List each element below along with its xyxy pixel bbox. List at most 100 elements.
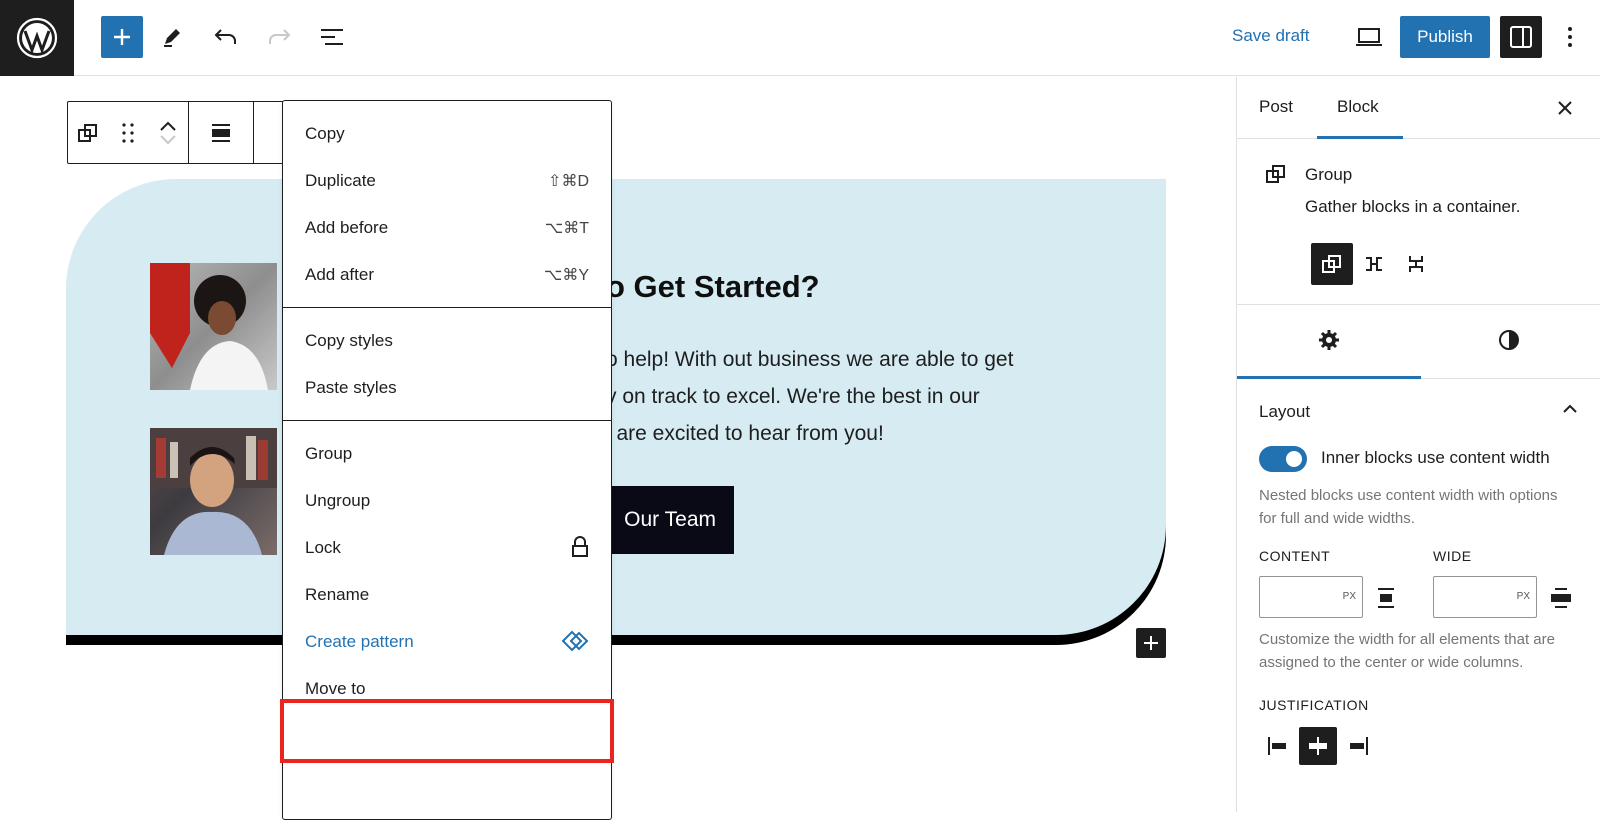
tab-post[interactable]: Post: [1259, 97, 1293, 117]
menu-item-lock[interactable]: Lock: [283, 524, 611, 571]
tab-styles[interactable]: [1491, 324, 1527, 356]
stretch-wide-icon: [1551, 588, 1571, 608]
settings-styles-tabs: [1237, 302, 1600, 379]
menu-item-rename[interactable]: Rename: [283, 571, 611, 618]
move-down-icon[interactable]: [159, 133, 177, 147]
content-width-toggle[interactable]: [1259, 446, 1307, 472]
variation-row-button[interactable]: [1353, 243, 1395, 285]
tab-block[interactable]: Block: [1337, 97, 1379, 117]
redo-button[interactable]: [258, 16, 300, 58]
menu-item-label: Copy: [305, 123, 345, 143]
tools-button[interactable]: [151, 16, 193, 58]
justify-right-icon: [1350, 737, 1368, 755]
menu-item-label: Rename: [305, 584, 370, 604]
menu-item-create-pattern[interactable]: Create pattern: [283, 618, 611, 665]
portrait-woman-image: [150, 263, 268, 390]
menu-item-label: Group: [305, 443, 353, 463]
move-up-icon[interactable]: [159, 119, 177, 133]
layout-panel-heading[interactable]: Layout: [1259, 402, 1310, 422]
menu-item-label: Ungroup: [305, 490, 371, 510]
team-photo-woman[interactable]: [150, 263, 277, 390]
preview-button[interactable]: [1348, 16, 1390, 58]
variation-group-button[interactable]: [1311, 243, 1353, 285]
justify-right-button[interactable]: [1339, 727, 1377, 765]
menu-item-copy[interactable]: Copy: [283, 110, 611, 157]
group-block[interactable]: o Get Started? o help! With out business…: [66, 179, 1166, 647]
block-toolbar-group-2: [189, 102, 254, 163]
menu-item-label: Create pattern: [305, 631, 414, 651]
block-appender-button[interactable]: [1136, 628, 1166, 658]
chevron-up-icon[interactable]: [1562, 401, 1578, 417]
tab-settings[interactable]: [1311, 324, 1347, 356]
settings-sidebar: Post Block Group Gather blocks in a cont…: [1236, 77, 1600, 812]
hero-line-1: o help! With out business we are able to…: [606, 348, 1014, 371]
plus-icon: [1144, 636, 1158, 650]
add-block-button[interactable]: [101, 16, 143, 58]
row-icon: [1366, 257, 1382, 271]
hero-paragraph[interactable]: o help! With out business we are able to…: [606, 341, 1066, 452]
contrast-icon: [1499, 330, 1519, 350]
hero-line-2: y on track to excel. We're the best in o…: [606, 385, 980, 408]
undo-button[interactable]: [205, 16, 247, 58]
close-sidebar-button[interactable]: [1552, 95, 1578, 121]
move-buttons[interactable]: [148, 103, 188, 163]
editor-header: Save draft Publish: [0, 0, 1600, 76]
menu-item-label: Lock: [305, 537, 341, 557]
content-label: CONTENT: [1259, 548, 1331, 564]
shortcut-label: ⌥⌘Y: [543, 266, 589, 284]
wordpress-icon: [16, 17, 58, 59]
hero-button[interactable]: Our Team: [606, 486, 734, 554]
justify-left-icon: [1268, 737, 1286, 755]
block-title: Group: [1305, 165, 1353, 184]
menu-item-label: Add after: [305, 264, 374, 284]
save-draft-button[interactable]: Save draft: [1232, 26, 1310, 46]
menu-item-add-after[interactable]: Add after ⌥⌘Y: [283, 251, 611, 298]
menu-section-1: Copy Duplicate ⇧⌘D Add before ⌥⌘T Add afte…: [283, 101, 611, 308]
publish-button[interactable]: Publish: [1400, 16, 1490, 58]
portrait-man-image: [150, 428, 277, 555]
menu-item-label: Paste styles: [305, 377, 397, 397]
justify-left-button[interactable]: [1259, 727, 1297, 765]
stack-icon: [1409, 256, 1423, 272]
unit-label: PX: [1516, 591, 1530, 602]
editor-canvas: o Get Started? o help! With out business…: [0, 77, 1236, 812]
justify-center-icon: [1309, 737, 1327, 755]
options-button[interactable]: [1556, 16, 1584, 58]
gear-icon: [1319, 330, 1339, 350]
plus-icon: [114, 29, 130, 45]
hero-heading[interactable]: o Get Started?: [606, 269, 820, 305]
wide-label: WIDE: [1433, 548, 1472, 564]
shortcut-label: ⌥⌘T: [544, 219, 589, 237]
wordpress-logo[interactable]: [0, 0, 74, 76]
team-photo-man[interactable]: [150, 428, 277, 555]
menu-item-move-to[interactable]: Move to: [283, 665, 611, 712]
content-width-input[interactable]: PX: [1259, 576, 1363, 618]
menu-item-duplicate[interactable]: Duplicate ⇧⌘D: [283, 157, 611, 204]
sidebar-toggle-icon: [1510, 26, 1532, 48]
menu-item-paste-styles[interactable]: Paste styles: [283, 364, 611, 411]
desktop-preview-icon: [1356, 28, 1382, 46]
menu-item-label: Copy styles: [305, 330, 393, 350]
drag-handle[interactable]: [108, 103, 148, 163]
list-view-icon: [321, 29, 343, 45]
toggle-label: Inner blocks use content width: [1321, 448, 1550, 467]
sidebar-tabs: Post Block: [1237, 77, 1600, 139]
drag-handle-icon: [122, 122, 134, 143]
unit-label: PX: [1342, 591, 1356, 602]
menu-item-group[interactable]: Group: [283, 430, 611, 477]
pattern-icon: [561, 630, 589, 652]
variation-stack-button[interactable]: [1395, 243, 1437, 285]
toggle-help-text: Nested blocks use content width with opt…: [1259, 487, 1558, 527]
document-overview-button[interactable]: [311, 16, 353, 58]
menu-item-ungroup[interactable]: Ungroup: [283, 477, 611, 524]
wide-width-input[interactable]: PX: [1433, 576, 1537, 618]
menu-item-add-before[interactable]: Add before ⌥⌘T: [283, 204, 611, 251]
align-button[interactable]: [201, 103, 241, 163]
block-type-button[interactable]: [68, 103, 108, 163]
shortcut-label: ⇧⌘D: [548, 172, 589, 190]
settings-toggle-button[interactable]: [1500, 16, 1542, 58]
menu-item-copy-styles[interactable]: Copy styles: [283, 317, 611, 364]
menu-item-label: Add before: [305, 217, 389, 237]
justify-center-button[interactable]: [1299, 727, 1337, 765]
more-vertical-icon: [1568, 27, 1572, 47]
